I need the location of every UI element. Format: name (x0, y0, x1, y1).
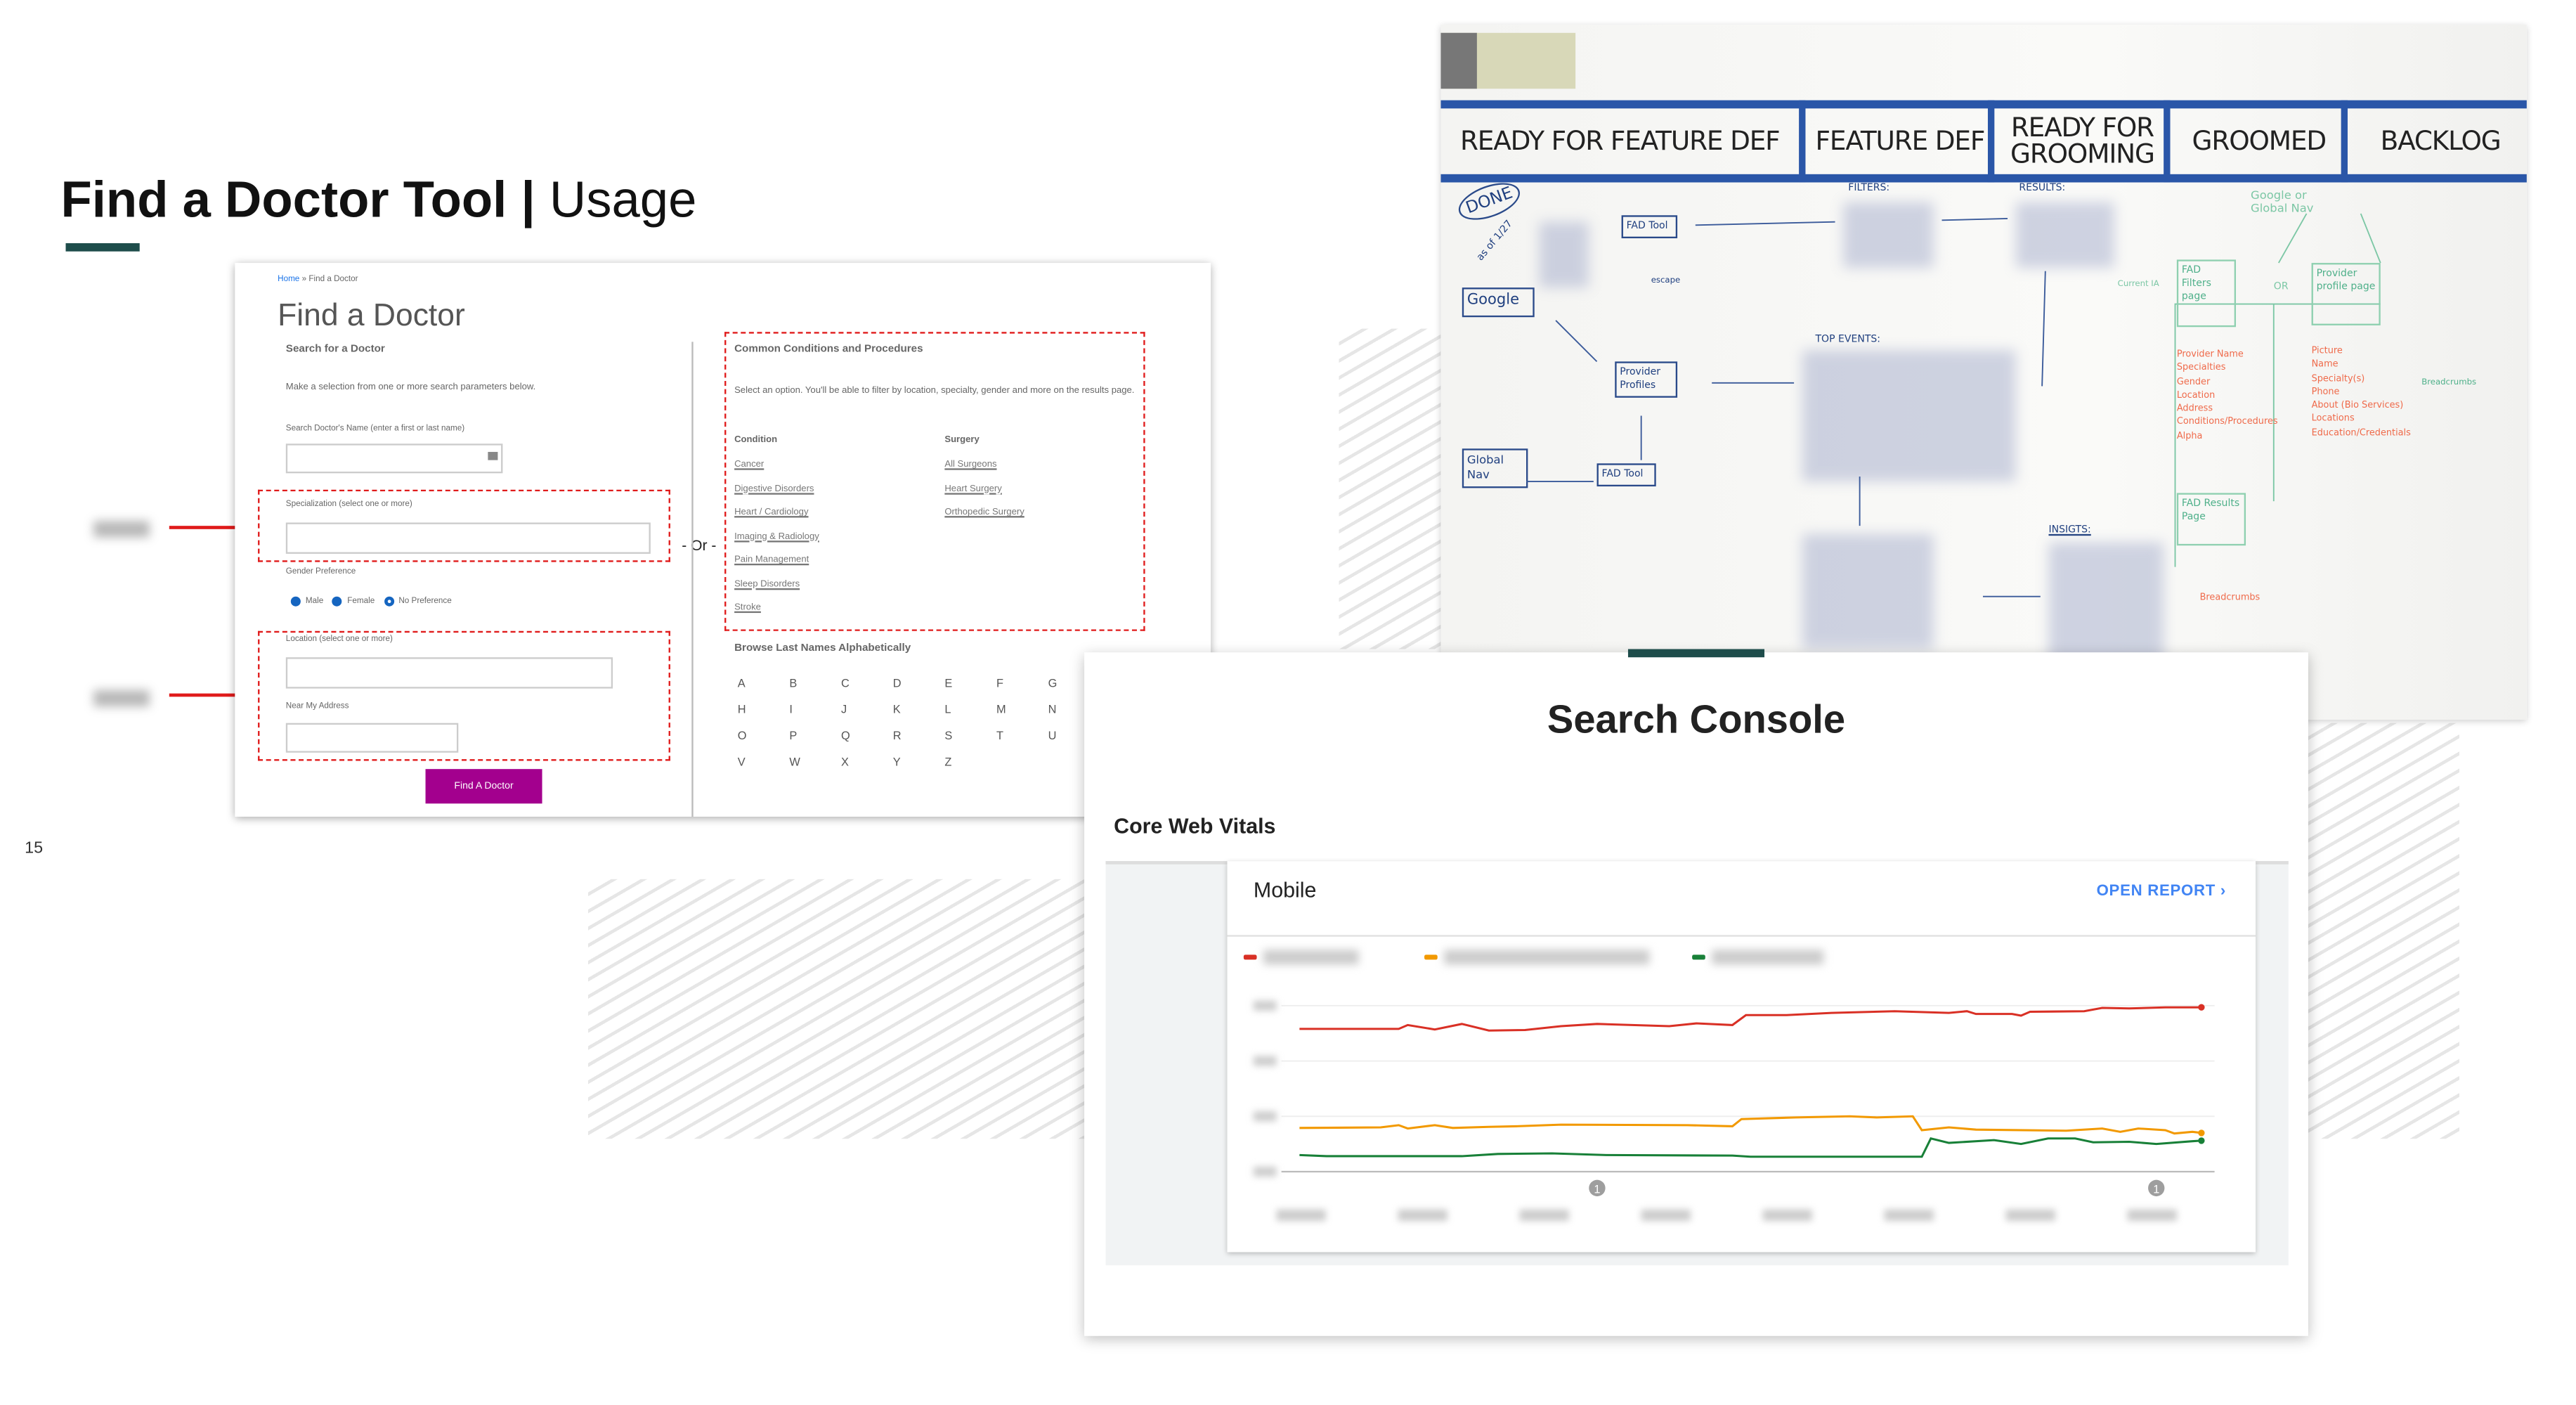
blurred-legend-label (1263, 950, 1359, 965)
blurred-x-tick (1519, 1209, 1569, 1222)
legend-swatch (1243, 954, 1257, 960)
blurred-legend-label (1444, 950, 1650, 965)
blurred-x-tick (2127, 1209, 2177, 1222)
blurred-y-tick (1253, 1111, 1277, 1122)
blurred-x-tick (2005, 1209, 2055, 1222)
blurred-x-tick (1884, 1209, 1934, 1222)
blurred-x-tick (1641, 1209, 1691, 1222)
core-web-vitals-chart: 11 (1243, 950, 2215, 1222)
annotation-label: 1 (2153, 1183, 2159, 1196)
series-endpoint (2198, 1004, 2205, 1011)
series-line (1299, 1006, 2201, 1032)
legend-swatch (1424, 954, 1438, 960)
series-endpoint (2198, 1137, 2205, 1144)
blurred-y-tick (1253, 1000, 1277, 1011)
slide: Find a Doctor Tool | Usage 15 Home » Fin… (0, 0, 2576, 1405)
blurred-x-tick (1276, 1209, 1326, 1222)
blurred-y-tick (1253, 1056, 1277, 1066)
series-line (1299, 1137, 2202, 1158)
blurred-y-tick (1253, 1166, 1277, 1177)
legend-swatch (1692, 954, 1705, 960)
annotation-label: 1 (1594, 1183, 1600, 1196)
series-line (1299, 1115, 2202, 1135)
blurred-x-tick (1398, 1209, 1448, 1222)
series-endpoint (2198, 1129, 2205, 1137)
blurred-legend-label (1712, 950, 1824, 965)
blurred-x-tick (1762, 1209, 1812, 1222)
